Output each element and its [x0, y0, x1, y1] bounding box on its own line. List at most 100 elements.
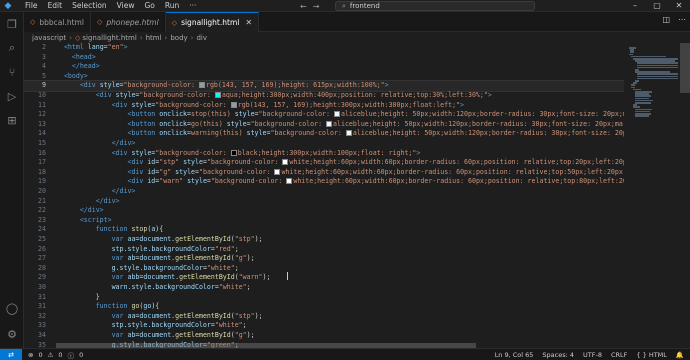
code-line[interactable]: 18 <div id="g" style="background-color: …	[24, 168, 624, 178]
code-line[interactable]: 23 <script>	[24, 216, 624, 226]
breadcrumb-file[interactable]: signallight.html	[82, 34, 136, 42]
indentation[interactable]: Spaces: 4	[542, 351, 574, 359]
color-swatch[interactable]	[230, 101, 237, 108]
manage-gear-icon[interactable]: ⚙	[0, 324, 24, 344]
extensions-icon[interactable]: ⊞	[0, 110, 24, 130]
color-swatch[interactable]	[198, 82, 205, 89]
code-token: aliceblue;height: 50px;width:120px;borde…	[352, 129, 624, 138]
color-swatch[interactable]	[326, 120, 333, 127]
code-token: document	[139, 254, 172, 263]
code-line[interactable]: 21 </div>	[24, 197, 624, 207]
warning-count[interactable]: 0	[58, 351, 62, 359]
code-line[interactable]: 34 var ab=document.getElementById("g");	[24, 331, 624, 341]
back-arrow-icon[interactable]: ←	[300, 2, 307, 11]
color-swatch[interactable]	[286, 178, 293, 185]
color-swatch[interactable]	[333, 111, 340, 118]
remote-indicator-icon[interactable]: ⇄	[0, 348, 22, 360]
menu-more[interactable]: ···	[184, 0, 201, 12]
search-view-icon[interactable]: ⌕	[0, 38, 24, 58]
vertical-scrollbar[interactable]	[680, 43, 690, 93]
tab-signallight[interactable]: ◇ signallight.html ✕	[165, 12, 260, 32]
minimize-icon[interactable]: –	[624, 0, 646, 12]
encoding[interactable]: UTF-8	[583, 351, 602, 359]
menu-view[interactable]: View	[112, 0, 140, 12]
forward-arrow-icon[interactable]: →	[313, 2, 320, 11]
menu-file[interactable]: File	[20, 0, 43, 12]
code-line[interactable]: 19 <div id="warn" style="background-colo…	[24, 177, 624, 187]
code-line[interactable]: 24 function stop(a){	[24, 225, 624, 235]
line-number: 3	[42, 52, 46, 61]
code-line[interactable]: 31 function go(go){	[24, 302, 624, 312]
close-tab-icon[interactable]: ✕	[245, 18, 252, 27]
warning-icon[interactable]: ⚠	[48, 351, 54, 359]
run-debug-icon[interactable]: ▷	[0, 86, 24, 106]
code-line[interactable]: 4 </head>	[24, 62, 624, 72]
error-count[interactable]: 0	[38, 351, 42, 359]
color-swatch[interactable]	[230, 149, 237, 156]
code-line[interactable]: 5 <body>	[24, 72, 624, 82]
breadcrumb-html[interactable]: html	[146, 34, 162, 42]
code-token: "white"	[214, 321, 243, 330]
cursor-position[interactable]: Ln 9, Col 65	[495, 351, 534, 359]
language-mode[interactable]: { } HTML	[636, 351, 667, 359]
code-line[interactable]: 11 <div style="background-color: rgb(143…	[24, 101, 624, 111]
command-center-search[interactable]: ⌕ frontend	[335, 1, 535, 11]
code-line[interactable]: 27 var ab=document.getElementById("g");	[24, 254, 624, 264]
maximize-icon[interactable]: ▢	[646, 0, 668, 12]
code-token: <div	[111, 100, 132, 109]
code-line[interactable]: 31 }	[24, 293, 624, 303]
error-icon[interactable]: ⊗	[28, 351, 33, 359]
info-count[interactable]: 0	[79, 351, 83, 359]
code-line[interactable]: 14 <button onclick=warning(this) style="…	[24, 129, 624, 139]
code-line[interactable]: 29 var abb=document.getElementById("warn…	[24, 273, 624, 283]
more-actions-icon[interactable]: ⋯	[678, 15, 686, 24]
code-line[interactable]: 2 <html lang="en">	[24, 43, 624, 53]
code-token: getElementById	[179, 273, 235, 282]
code-line[interactable]: 28 g.style.backgroundColor="white";	[24, 264, 624, 274]
code-line[interactable]: 17 <div id="stp" style="background-color…	[24, 158, 624, 168]
code-line[interactable]: 12 <button onclick=stop(this) style="bac…	[24, 110, 624, 120]
menu-selection[interactable]: Selection	[67, 0, 112, 12]
code-line[interactable]: 15 </div>	[24, 139, 624, 149]
color-swatch[interactable]	[274, 168, 281, 175]
account-icon[interactable]: ◯	[0, 298, 24, 318]
line-ending[interactable]: CRLF	[611, 351, 627, 359]
info-icon[interactable]: ⓘ	[68, 350, 75, 360]
tab-bbbcal[interactable]: ◇ bbbcal.html	[24, 12, 91, 32]
code-line[interactable]: 13 <button onclick=go(this) style="backg…	[24, 120, 624, 130]
code-token: document	[143, 273, 176, 282]
line-number: 18	[38, 167, 46, 176]
code-line[interactable]: 16 <div style="background-color: black;h…	[24, 149, 624, 159]
code-editor[interactable]: 2 <html lang="en"> 3 <head> 4 </head> 5 <bo…	[24, 43, 624, 348]
source-control-icon[interactable]: ⑂	[0, 62, 24, 82]
code-line[interactable]: 30 warn.style.backgroundColor="white";	[24, 283, 624, 293]
code-line[interactable]: 3 <head>	[24, 53, 624, 63]
close-window-icon[interactable]: ✕	[668, 0, 690, 12]
breadcrumb-div[interactable]: div	[196, 34, 207, 42]
notifications-bell-icon[interactable]: 🔔	[676, 351, 684, 359]
menu-go[interactable]: Go	[139, 0, 159, 12]
breadcrumb-folder[interactable]: javascript	[32, 34, 66, 42]
split-editor-icon[interactable]: ◫	[662, 15, 670, 24]
minimap[interactable]	[628, 43, 680, 348]
color-swatch[interactable]	[282, 159, 289, 166]
code-line[interactable]: 32 var aa=document.getElementById("stp")…	[24, 312, 624, 322]
menu-edit[interactable]: Edit	[43, 0, 68, 12]
menu-run[interactable]: Run	[160, 0, 184, 12]
code-line[interactable]: 10 <div style="background-color: aqua;he…	[24, 91, 624, 101]
breadcrumb-body[interactable]: body	[170, 34, 187, 42]
code-line[interactable]: 9 <div style="background-color: rgb(143,…	[24, 80, 624, 92]
color-swatch[interactable]	[345, 130, 352, 137]
tab-phonepe[interactable]: ◇ phonepe.html	[90, 12, 166, 32]
code-line[interactable]: 20 </div>	[24, 187, 624, 197]
explorer-icon[interactable]: ❐	[0, 14, 24, 34]
code-line[interactable]: 33 stp.style.backgroundColor="white";	[24, 321, 624, 331]
code-line[interactable]: 22 </div>	[24, 206, 624, 216]
code-token: backgroundColor	[143, 263, 203, 272]
code-token: backgroundColor	[155, 283, 215, 291]
color-swatch[interactable]	[214, 92, 221, 98]
code-line[interactable]: 25 var aa=document.getElementById("stp")…	[24, 235, 624, 245]
code-line[interactable]: 26 stp.style.backgroundColor="red";	[24, 245, 624, 255]
